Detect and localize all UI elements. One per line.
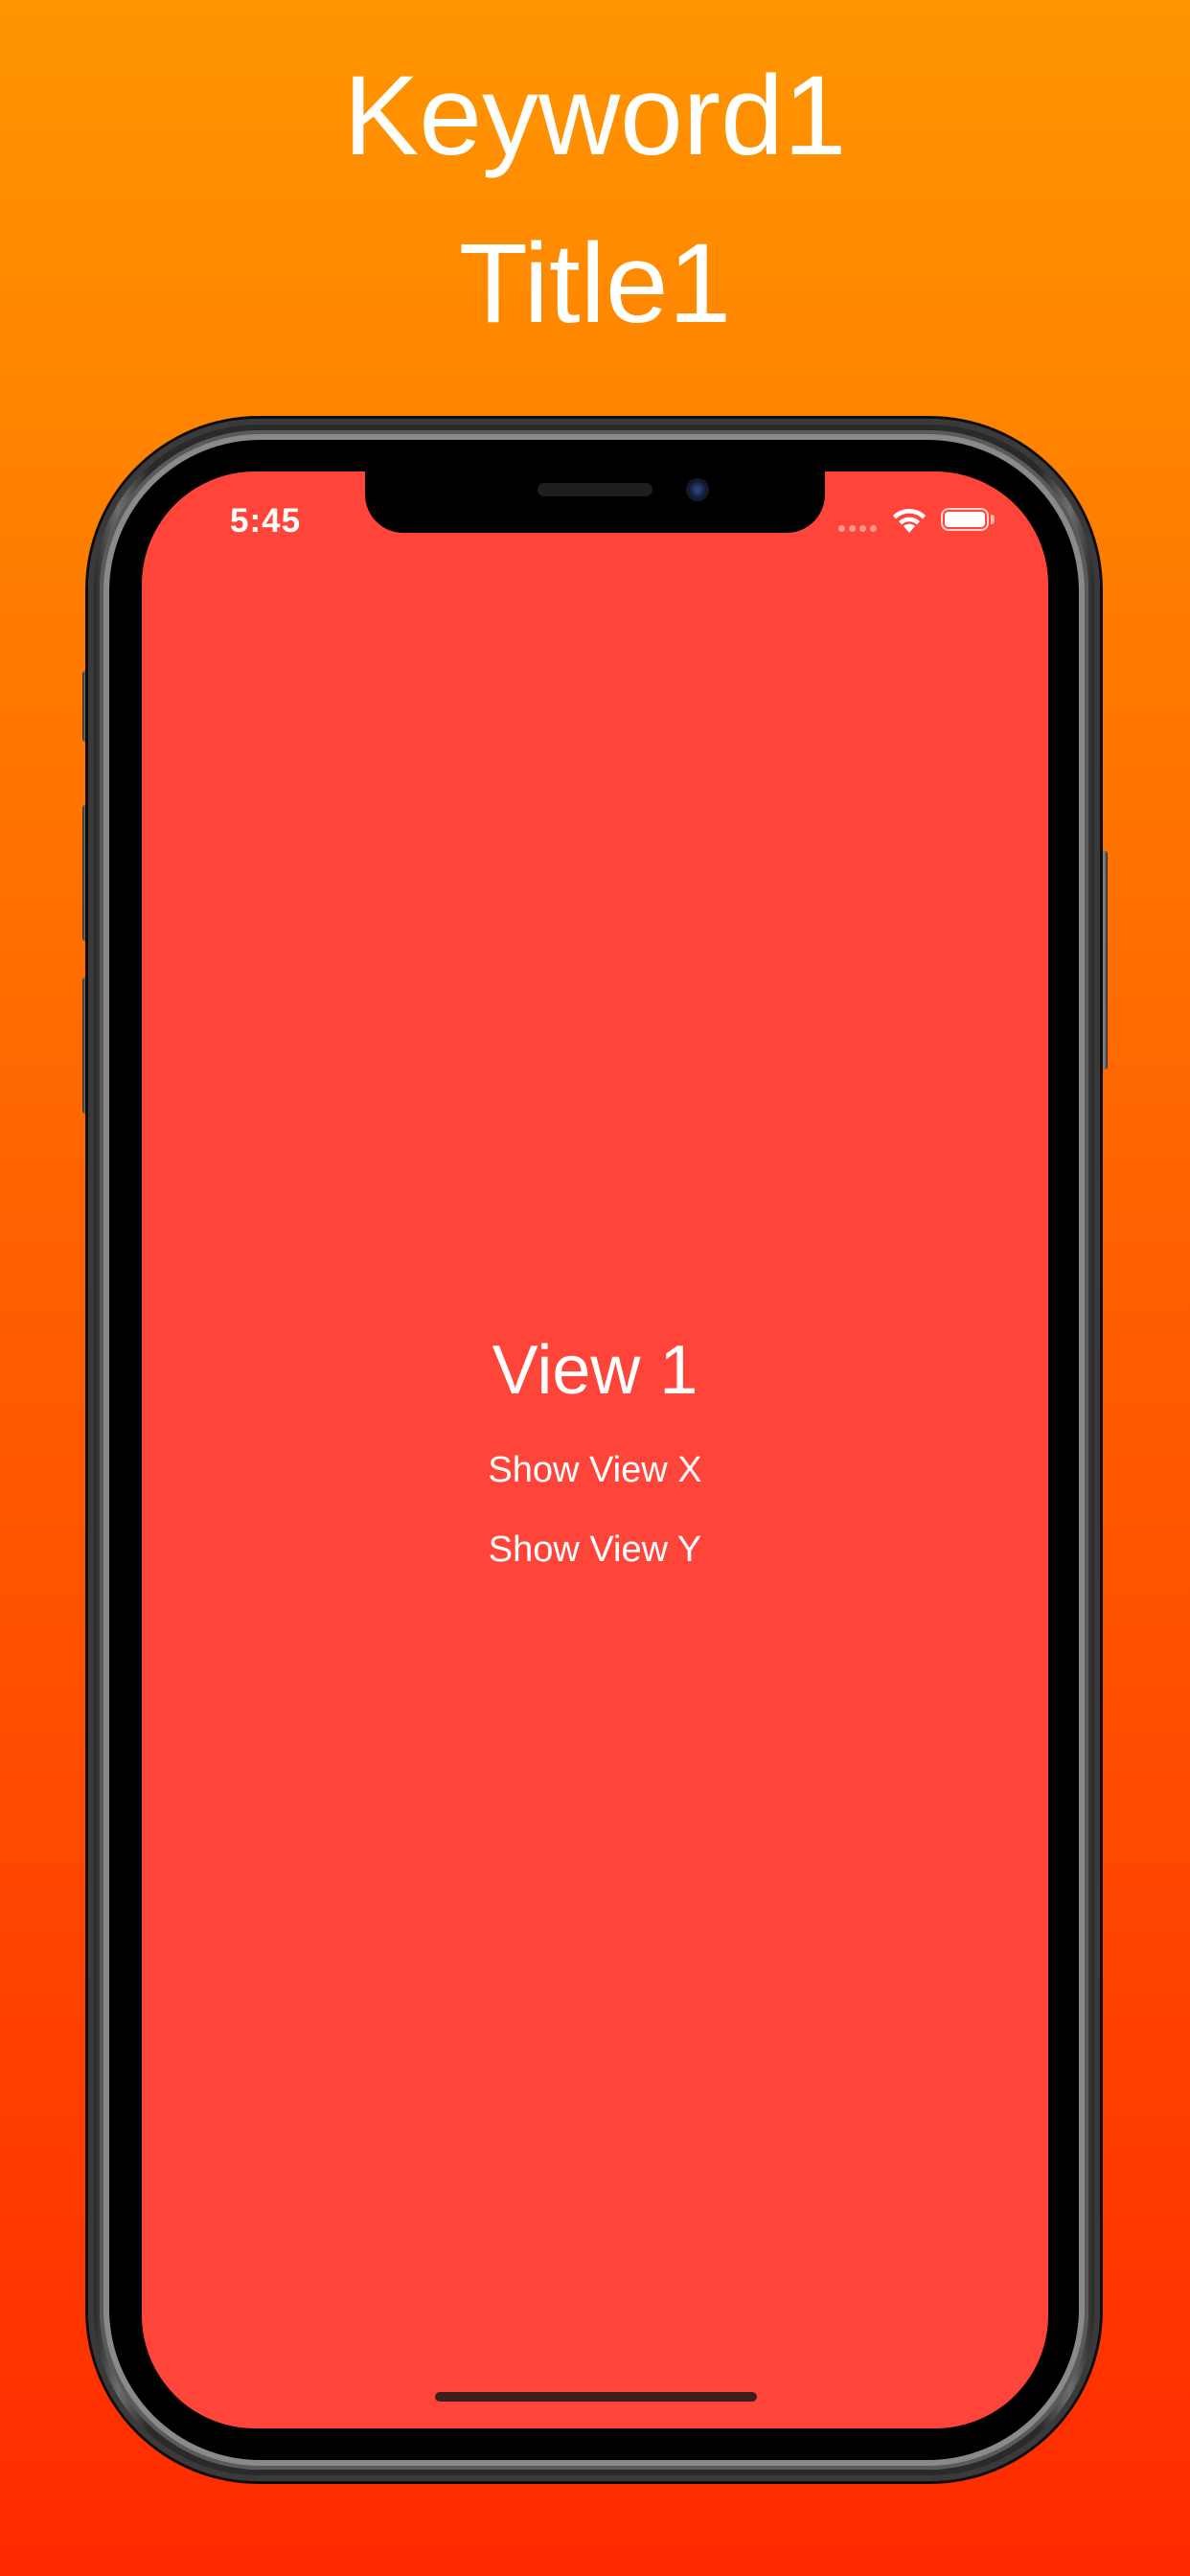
cellular-signal-icon [838, 525, 877, 532]
front-camera [686, 478, 709, 501]
keyword-heading: Keyword1 [343, 53, 847, 179]
view-title: View 1 [492, 1332, 698, 1409]
show-view-x-button[interactable]: Show View X [142, 1452, 1048, 1488]
battery-fill [945, 512, 985, 527]
notch [365, 472, 825, 533]
show-view-y-button[interactable]: Show View Y [142, 1531, 1048, 1568]
speaker-grille [538, 483, 652, 496]
power-button [1100, 851, 1108, 1070]
wifi-icon [893, 508, 926, 533]
home-indicator[interactable] [435, 2392, 757, 2402]
status-time: 5:45 [230, 502, 302, 540]
battery-icon [941, 508, 989, 531]
title-heading: Title1 [458, 220, 732, 347]
battery-cap [991, 515, 995, 524]
phone-screen: 5:45 View 1 Show View X Show View Y [142, 472, 1048, 2428]
